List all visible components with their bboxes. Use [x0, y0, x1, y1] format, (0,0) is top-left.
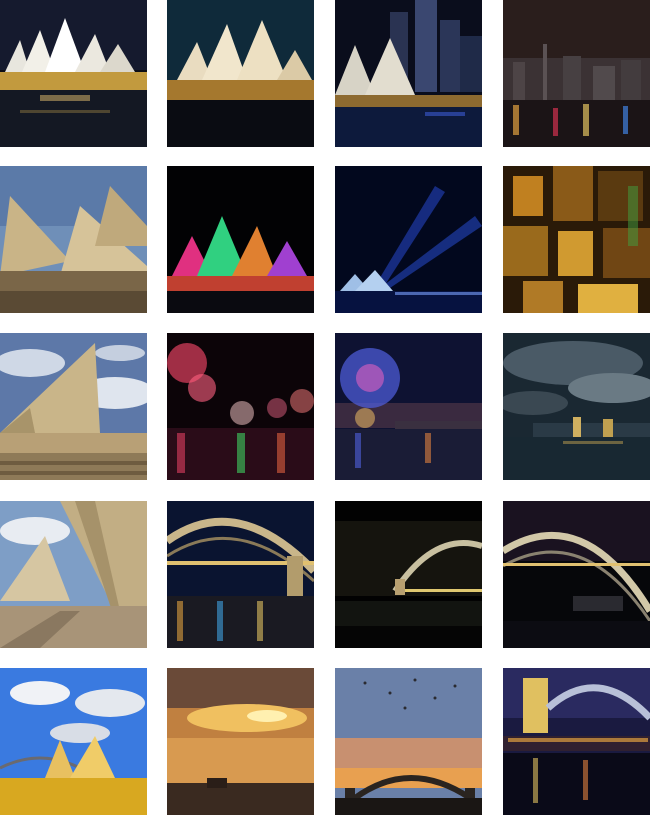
photo-stormy-city-skyline-image — [503, 333, 650, 480]
photo-opera-house-night-lit-image — [167, 0, 314, 147]
photo-fireworks-harbour-blue-image — [335, 333, 482, 480]
photo-opera-house-vivid-lights[interactable] — [167, 166, 314, 313]
photo-opera-house-golden-clouds-image — [0, 668, 147, 815]
photo-fireworks-harbour-blue[interactable] — [335, 333, 482, 480]
photo-opera-house-shell-clouds[interactable] — [0, 333, 147, 480]
photo-harbour-bridge-night-1-image — [167, 501, 314, 648]
photo-opera-house-city-skyline-night-image — [335, 0, 482, 147]
photo-opera-house-golden-clouds[interactable] — [0, 668, 147, 815]
photo-harbour-bridge-dusk-birds[interactable] — [335, 668, 482, 815]
photo-opera-house-night-lit[interactable] — [167, 0, 314, 147]
photo-harbour-bridge-night-3-image — [503, 501, 650, 648]
photo-harbour-bridge-dusk-birds-image — [335, 668, 482, 815]
photo-opera-house-shells-closeup-image — [0, 166, 147, 313]
photo-city-skyline-night-reflection-image — [503, 0, 650, 147]
photo-harbour-bridge-pylon-night-image — [503, 668, 650, 815]
photo-fireworks-harbour-red[interactable] — [167, 333, 314, 480]
photo-opera-house-vivid-lights-image — [167, 166, 314, 313]
photo-opera-house-searchlights[interactable] — [335, 166, 482, 313]
photo-fireworks-harbour-red-image — [167, 333, 314, 480]
photo-opera-house-night-reflection[interactable] — [0, 0, 147, 147]
photo-stormy-city-skyline[interactable] — [503, 333, 650, 480]
photo-harbour-bridge-night-3[interactable] — [503, 501, 650, 648]
photo-harbour-bridge-night-2[interactable] — [335, 501, 482, 648]
photo-opera-house-walkway[interactable] — [0, 501, 147, 648]
photo-opera-house-city-skyline-night[interactable] — [335, 0, 482, 147]
photo-opera-house-walkway-image — [0, 501, 147, 648]
photo-opera-house-searchlights-image — [335, 166, 482, 313]
photo-gallery-grid — [0, 0, 652, 818]
photo-harbour-bridge-night-2-image — [335, 501, 482, 648]
photo-city-aerial-night[interactable] — [503, 166, 650, 313]
photo-city-skyline-night-reflection[interactable] — [503, 0, 650, 147]
photo-opera-house-shells-closeup[interactable] — [0, 166, 147, 313]
photo-harbour-bridge-night-1[interactable] — [167, 501, 314, 648]
photo-opera-house-night-reflection-image — [0, 0, 147, 147]
photo-harbour-sunset-clouds-image — [167, 668, 314, 815]
photo-opera-house-shell-clouds-image — [0, 333, 147, 480]
photo-harbour-bridge-pylon-night[interactable] — [503, 668, 650, 815]
photo-harbour-sunset-clouds[interactable] — [167, 668, 314, 815]
photo-city-aerial-night-image — [503, 166, 650, 313]
